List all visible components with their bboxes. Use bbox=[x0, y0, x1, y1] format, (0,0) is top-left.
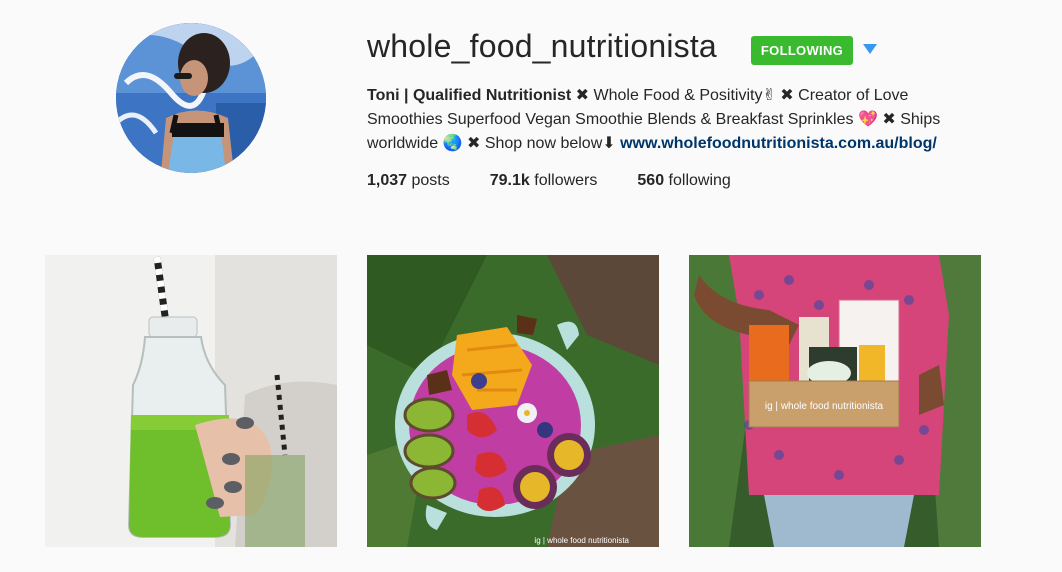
dropdown-arrow-icon[interactable] bbox=[862, 43, 878, 55]
bio-separator-3: ✖ bbox=[882, 111, 896, 128]
photo-3-box-label: ig | whole food nutritionista bbox=[765, 401, 884, 412]
photo-post-3[interactable]: ig | whole food nutritionista bbox=[689, 255, 981, 547]
bio-separator-2: ✖ bbox=[780, 87, 794, 104]
bio-separator-4: ✖ bbox=[466, 135, 481, 152]
victory-emoji-icon: ✌ bbox=[762, 87, 776, 104]
photo-post-2[interactable]: ig | whole food nutritionista bbox=[367, 255, 659, 547]
posts-stat: 1,037 posts bbox=[367, 172, 450, 190]
posts-count: 1,037 bbox=[367, 172, 408, 189]
profile-stats: 1,037 posts 79.1k followers 560 followin… bbox=[367, 172, 771, 190]
username-heading: whole_food_nutritionista bbox=[367, 28, 717, 64]
followers-count: 79.1k bbox=[489, 172, 530, 189]
bio-separator-1: ✖ bbox=[575, 87, 590, 104]
profile-bio: Toni | Qualified Nutritionist ✖ Whole Fo… bbox=[367, 84, 987, 156]
following-button[interactable]: FOLLOWING bbox=[751, 36, 853, 65]
bio-text-4: Shop now below bbox=[484, 135, 603, 152]
heart-emoji-icon: 💖 bbox=[857, 111, 878, 128]
following-label: following bbox=[668, 172, 731, 189]
following-count: 560 bbox=[637, 172, 665, 189]
followers-label: followers bbox=[534, 172, 598, 189]
down-arrow-icon: ⬇ bbox=[602, 135, 616, 152]
followers-stat[interactable]: 79.1k followers bbox=[490, 172, 598, 190]
bio-text-1: Whole Food & Positivity bbox=[593, 87, 763, 104]
profile-avatar[interactable] bbox=[116, 23, 266, 173]
globe-emoji-icon: 🌏 bbox=[442, 135, 463, 152]
bio-website-link[interactable]: www.wholefoodnutritionista.com.au/blog/ bbox=[620, 135, 937, 152]
following-stat[interactable]: 560 following bbox=[637, 172, 730, 190]
photo-post-1[interactable] bbox=[45, 255, 337, 547]
profile-page: whole_food_nutritionista FOLLOWING Toni … bbox=[0, 0, 1062, 572]
posts-label: posts bbox=[411, 172, 450, 189]
photo-2-watermark: ig | whole food nutritionista bbox=[534, 536, 629, 545]
bio-name: Toni | Qualified Nutritionist bbox=[367, 87, 572, 104]
